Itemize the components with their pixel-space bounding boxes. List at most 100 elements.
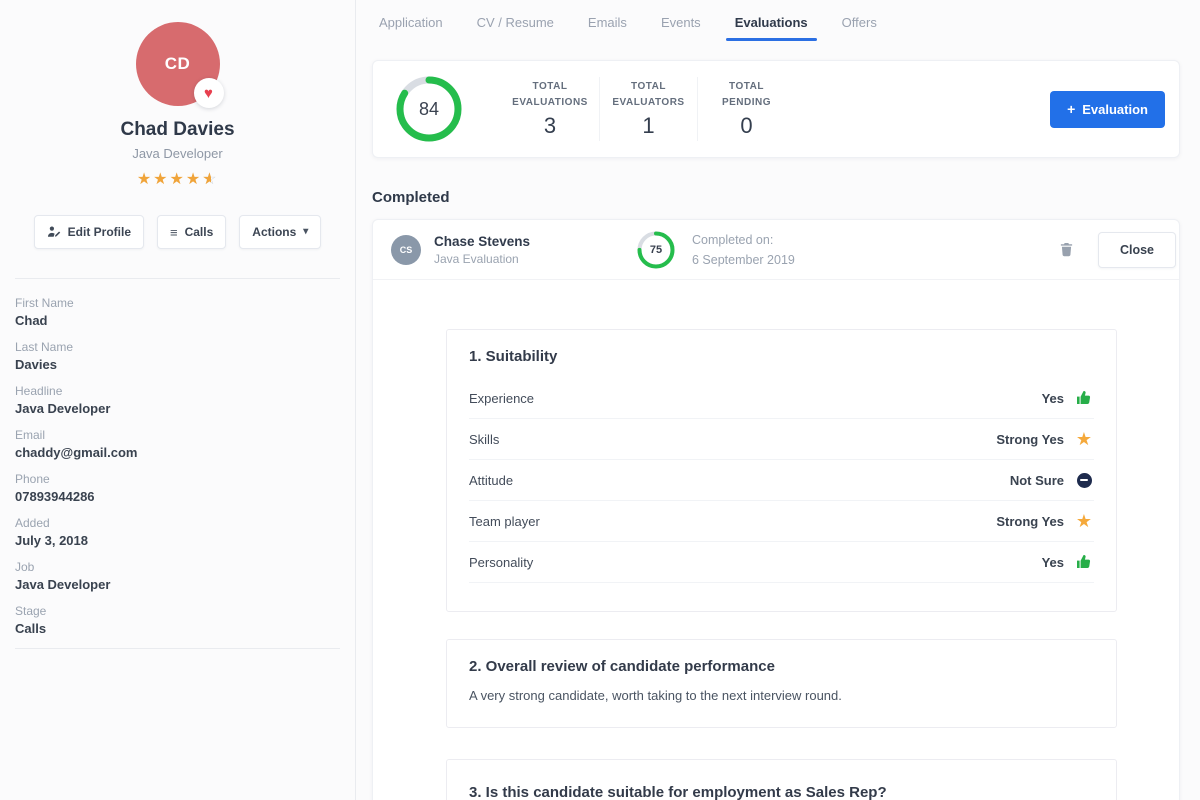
tab-application[interactable]: Application — [362, 0, 460, 45]
question-section-sales-rep: 3. Is this candidate suitable for employ… — [446, 759, 1117, 800]
field-first-name: First Name Chad — [15, 296, 340, 328]
evaluation-body: 1. Suitability Experience Yes Skills Str… — [373, 280, 1179, 800]
field-value: Chad — [15, 313, 340, 328]
suitability-row-team-player: Team player Strong Yes ★ — [469, 501, 1094, 542]
field-value: July 3, 2018 — [15, 533, 340, 548]
row-label: Experience — [469, 391, 534, 406]
evaluations-main: Application CV / Resume Emails Events Ev… — [356, 0, 1200, 800]
field-stage: Stage Calls — [15, 604, 340, 636]
field-label: Stage — [15, 604, 340, 618]
completed-on-label: Completed on: — [692, 230, 795, 250]
thumbs-up-icon — [1074, 390, 1094, 406]
stat-value: 3 — [507, 113, 593, 139]
star-icon: ★ — [153, 171, 169, 188]
question-answer-text: A very strong candidate, worth taking to… — [469, 688, 1094, 727]
evaluator-name: Chase Stevens — [434, 234, 614, 249]
profile-actions-row: Edit Profile ≡ Calls Actions ▾ — [0, 215, 355, 249]
actions-button[interactable]: Actions ▾ — [239, 215, 321, 249]
question-title: 1. Suitability — [469, 348, 1094, 365]
completed-evaluation-card: CS Chase Stevens Java Evaluation 75 Comp… — [372, 219, 1180, 800]
stat-value: 0 — [704, 113, 789, 139]
suitability-rows: Experience Yes Skills Strong Yes ★ — [469, 378, 1094, 583]
tab-cv-resume[interactable]: CV / Resume — [460, 0, 571, 45]
stat-label: TOTAL EVALUATIONS — [507, 79, 593, 110]
evaluations-summary-card: 84 TOTAL EVALUATIONS 3 TOTAL EVALUATORS … — [372, 60, 1180, 158]
field-email: Email chaddy@gmail.com — [15, 428, 340, 460]
field-value: Java Developer — [15, 401, 340, 416]
field-value: Calls — [15, 621, 340, 636]
suitability-row-skills: Skills Strong Yes ★ — [469, 419, 1094, 460]
summary-stats: TOTAL EVALUATIONS 3 TOTAL EVALUATORS 1 T… — [501, 77, 795, 141]
overall-score-value: 84 — [395, 75, 463, 143]
completed-on-date: 6 September 2019 — [692, 250, 795, 270]
candidate-profile-page: CD ♥ Chad Davies Java Developer ★★★★☆★ E… — [0, 0, 1200, 800]
field-label: Job — [15, 560, 340, 574]
thumbs-up-icon — [1074, 554, 1094, 570]
stat-label: TOTAL PENDING — [704, 79, 789, 110]
row-value: Not Sure — [1010, 473, 1064, 488]
user-edit-icon — [47, 225, 61, 239]
calls-button[interactable]: ≡ Calls — [157, 215, 226, 249]
field-job: Job Java Developer — [15, 560, 340, 592]
row-label: Personality — [469, 555, 533, 570]
candidate-avatar-wrap: CD ♥ — [136, 22, 220, 106]
evaluation-score-ring: 75 — [636, 230, 676, 270]
field-value: 07893944286 — [15, 489, 340, 504]
completed-on: Completed on: 6 September 2019 — [692, 230, 795, 270]
heart-icon: ♥ — [204, 86, 213, 101]
field-label: Phone — [15, 472, 340, 486]
stat-total-evaluations: TOTAL EVALUATIONS 3 — [501, 77, 599, 141]
evaluator-avatar: CS — [391, 235, 421, 265]
list-icon: ≡ — [170, 226, 178, 239]
field-last-name: Last Name Davies — [15, 340, 340, 372]
row-label: Skills — [469, 432, 499, 447]
completed-section-heading: Completed — [372, 189, 1180, 206]
close-evaluation-button[interactable]: Close — [1098, 232, 1176, 268]
trash-icon — [1059, 242, 1074, 258]
row-value: Strong Yes — [996, 432, 1064, 447]
row-value: Strong Yes — [996, 514, 1064, 529]
candidate-sidebar: CD ♥ Chad Davies Java Developer ★★★★☆★ E… — [0, 0, 356, 800]
tab-offers[interactable]: Offers — [825, 0, 894, 45]
half-star-icon: ☆★ — [202, 169, 218, 189]
minus-circle-icon — [1074, 473, 1094, 488]
plus-icon: + — [1067, 102, 1075, 116]
evaluation-score-value: 75 — [636, 230, 676, 270]
overall-score-ring: 84 — [395, 75, 463, 143]
star-icon: ★ — [1074, 512, 1094, 530]
field-added: Added July 3, 2018 — [15, 516, 340, 548]
profile-tabs: Application CV / Resume Emails Events Ev… — [362, 0, 1180, 45]
candidate-fields: First Name Chad Last Name Davies Headlin… — [0, 279, 355, 636]
field-label: Added — [15, 516, 340, 530]
row-label: Team player — [469, 514, 540, 529]
field-label: Email — [15, 428, 340, 442]
suitability-row-personality: Personality Yes — [469, 542, 1094, 583]
field-value: Davies — [15, 357, 340, 372]
star-icon: ★ — [1074, 430, 1094, 448]
actions-label: Actions — [252, 225, 296, 239]
delete-evaluation-button[interactable] — [1055, 238, 1078, 262]
candidate-headline: Java Developer — [0, 146, 355, 161]
rating-stars[interactable]: ★★★★☆★ — [0, 169, 355, 189]
tab-emails[interactable]: Emails — [571, 0, 644, 45]
add-evaluation-button[interactable]: + Evaluation — [1050, 91, 1165, 128]
tab-evaluations[interactable]: Evaluations — [718, 0, 825, 45]
field-headline: Headline Java Developer — [15, 384, 340, 416]
field-phone: Phone 07893944286 — [15, 472, 340, 504]
edit-profile-button[interactable]: Edit Profile — [34, 215, 144, 249]
question-section-suitability: 1. Suitability Experience Yes Skills Str… — [446, 329, 1117, 612]
edit-profile-label: Edit Profile — [68, 225, 131, 239]
calls-label: Calls — [185, 225, 214, 239]
add-evaluation-label: Evaluation — [1082, 102, 1148, 117]
stat-label: TOTAL EVALUATORS — [606, 79, 691, 110]
question-title: 3. Is this candidate suitable for employ… — [469, 784, 1094, 800]
field-label: Last Name — [15, 340, 340, 354]
field-label: Headline — [15, 384, 340, 398]
favorite-badge[interactable]: ♥ — [194, 78, 224, 108]
tab-events[interactable]: Events — [644, 0, 718, 45]
star-icon: ★ — [137, 171, 153, 188]
row-label: Attitude — [469, 473, 513, 488]
suitability-row-attitude: Attitude Not Sure — [469, 460, 1094, 501]
candidate-name: Chad Davies — [0, 119, 355, 141]
evaluator-info: Chase Stevens Java Evaluation — [434, 234, 614, 266]
